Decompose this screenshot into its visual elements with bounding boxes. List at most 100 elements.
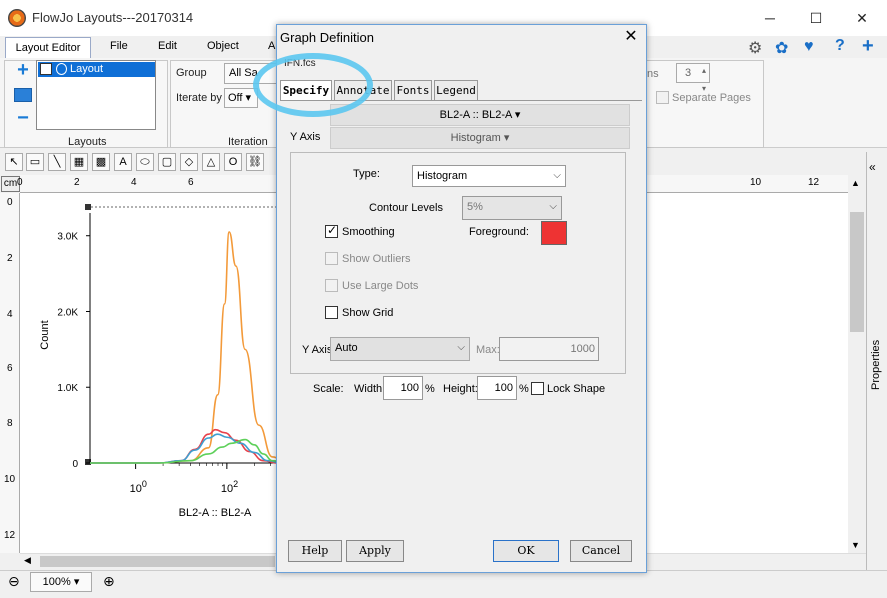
- use-large-dots-label: Use Large Dots: [342, 280, 419, 292]
- iterate-label: Iterate by: [176, 92, 222, 104]
- layout-doc-icon: [56, 63, 67, 75]
- y-parameter-select[interactable]: Histogram ▾: [330, 127, 630, 149]
- ruler-v-tick: 8: [7, 418, 13, 429]
- layout-list-item[interactable]: Layout: [38, 62, 155, 77]
- ruler-h-tick: 0: [17, 177, 23, 188]
- ruler-v-tick: 2: [7, 253, 13, 264]
- rounded-rect-tool[interactable]: ▢: [158, 153, 176, 171]
- show-grid-label: Show Grid: [342, 307, 394, 319]
- y-parameter-value: Histogram: [450, 132, 501, 144]
- resize-handle[interactable]: [85, 204, 91, 210]
- diamond-tool[interactable]: ◇: [180, 153, 198, 171]
- tab-layout-editor[interactable]: Layout Editor: [5, 37, 91, 59]
- smoothing-checkbox[interactable]: ✓: [325, 223, 338, 238]
- max-input[interactable]: 1000: [499, 337, 599, 361]
- smoothing-label: Smoothing: [342, 226, 395, 238]
- triangle-tool[interactable]: △: [202, 153, 220, 171]
- contour-levels-value: 5%: [467, 201, 483, 213]
- close-window-icon[interactable]: ✕: [852, 8, 872, 28]
- cancel-button[interactable]: Cancel: [570, 540, 632, 562]
- properties-tab[interactable]: Properties: [866, 340, 887, 410]
- link-tool[interactable]: ⛓: [246, 153, 264, 171]
- grid-tool[interactable]: ▩: [92, 153, 110, 171]
- use-large-dots-checkbox[interactable]: [325, 279, 338, 292]
- apply-button[interactable]: Apply: [346, 540, 404, 562]
- histogram-chart[interactable]: 01.0K2.0K3.0K 100102104 Count BL2-A :: B…: [20, 193, 280, 553]
- add-layout-icon[interactable]: +: [12, 60, 34, 80]
- width-label: Width:: [354, 383, 386, 395]
- tab-fonts[interactable]: Fonts: [394, 80, 432, 100]
- type-label: Type:: [353, 168, 380, 180]
- highlight-annotation: [253, 53, 373, 117]
- ribbon-awareness-icon[interactable]: ✿: [775, 38, 788, 58]
- lock-shape-label: Lock Shape: [547, 383, 606, 395]
- scroll-down-icon[interactable]: ▼: [851, 540, 860, 550]
- scroll-left-icon[interactable]: ◀: [24, 555, 31, 566]
- max-label: Max:: [476, 344, 500, 356]
- show-outliers-checkbox[interactable]: [325, 252, 338, 265]
- zoom-select[interactable]: 100% ▾: [30, 572, 92, 592]
- window-title: FlowJo Layouts---20170314: [32, 10, 194, 25]
- menu-partial[interactable]: A: [268, 40, 275, 52]
- scroll-up-icon[interactable]: ▲: [851, 178, 860, 188]
- height-label: Height:: [443, 383, 478, 395]
- chevron-down-icon: ⌵: [549, 201, 557, 212]
- select-tool[interactable]: ↖: [5, 153, 23, 171]
- dialog-close-icon[interactable]: ✕: [622, 28, 640, 46]
- menu-edit[interactable]: Edit: [158, 40, 177, 52]
- gear-icon[interactable]: ⚙: [748, 38, 762, 58]
- circle-tool[interactable]: Ο: [224, 153, 242, 171]
- zoom-in-icon[interactable]: ⊕: [103, 573, 115, 590]
- ruler-v-tick: 6: [7, 363, 13, 374]
- ellipse-tool[interactable]: ⬭: [136, 153, 154, 171]
- heart-icon[interactable]: ♥: [804, 38, 814, 56]
- menu-object[interactable]: Object: [207, 40, 239, 52]
- ok-button[interactable]: OK: [493, 540, 559, 562]
- remove-layout-icon[interactable]: −: [12, 108, 34, 128]
- columns-value: 3: [685, 67, 692, 79]
- menu-file[interactable]: File: [110, 40, 128, 52]
- x-tick-label: 100: [130, 479, 147, 495]
- minimize-icon[interactable]: ─: [760, 8, 780, 28]
- separate-pages-label: Separate Pages: [672, 92, 751, 104]
- columns-stepper[interactable]: 3 ▴ ▾: [676, 63, 710, 93]
- height-input[interactable]: 100: [477, 376, 517, 400]
- x-parameter-select[interactable]: BL2-A :: BL2-A ▾: [330, 104, 630, 126]
- group-label: Group: [176, 67, 207, 79]
- ruler-v-tick: 10: [4, 474, 16, 485]
- line-tool[interactable]: ╲: [48, 153, 66, 171]
- show-grid-checkbox[interactable]: [325, 306, 338, 319]
- help-icon[interactable]: ?: [835, 37, 845, 55]
- collapse-panel-icon[interactable]: «: [869, 160, 876, 174]
- histogram-series-3: [90, 433, 280, 464]
- tab-legend[interactable]: Legend: [434, 80, 478, 100]
- dialog-title: Graph Definition: [280, 30, 374, 45]
- ruler-h-tick: 12: [808, 177, 820, 188]
- width-input[interactable]: 100: [383, 376, 423, 400]
- scale-label: Scale:: [313, 383, 344, 395]
- table-tool[interactable]: ▦: [70, 153, 88, 171]
- y-axis-range-value: Auto: [335, 342, 358, 354]
- type-select[interactable]: Histogram ⌵: [412, 165, 566, 187]
- horizontal-scroll-thumb[interactable]: [40, 556, 275, 567]
- duplicate-layout-icon[interactable]: [14, 88, 32, 102]
- properties-label: Properties: [870, 339, 882, 390]
- rectangle-tool[interactable]: ▭: [26, 153, 44, 171]
- contour-levels-label: Contour Levels: [369, 202, 443, 214]
- ruler-v-tick: 0: [7, 197, 13, 208]
- separate-pages-checkbox[interactable]: [656, 91, 669, 104]
- ruler-v-tick: 4: [7, 309, 13, 320]
- help-button[interactable]: Help: [288, 540, 342, 562]
- vertical-scroll-thumb[interactable]: [850, 212, 864, 332]
- foreground-color-swatch[interactable]: [541, 221, 567, 245]
- zoom-out-icon[interactable]: ⊖: [8, 573, 20, 590]
- layout-checkbox[interactable]: [40, 63, 52, 75]
- add-icon[interactable]: +: [862, 35, 874, 58]
- foreground-label: Foreground:: [469, 226, 529, 238]
- y-axis-range-select[interactable]: Auto ⌵: [330, 337, 470, 361]
- maximize-icon[interactable]: ☐: [806, 8, 826, 28]
- text-tool[interactable]: A: [114, 153, 132, 171]
- contour-levels-select[interactable]: 5% ⌵: [462, 196, 562, 220]
- lock-shape-checkbox[interactable]: [531, 382, 544, 395]
- iterate-select[interactable]: Off ▾: [224, 88, 258, 108]
